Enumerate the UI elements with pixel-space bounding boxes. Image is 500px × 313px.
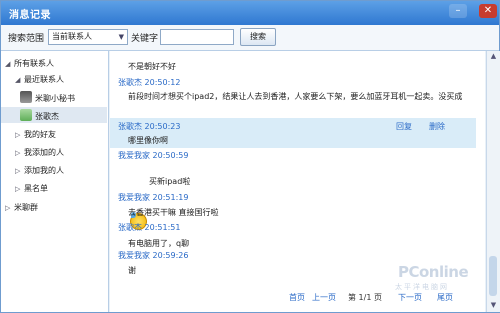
search-range-label: 搜索范围 [8, 34, 45, 44]
keyword-label: 关键字 [131, 34, 159, 44]
minimize-button[interactable]: – [449, 4, 467, 18]
message-sender-time: 我爱我家 20:51:19 [118, 193, 189, 202]
tree-blacklist[interactable]: ▷ 黑名单 [15, 183, 48, 194]
message-text: 有电脑用了，q聊 [128, 239, 190, 248]
watermark-logo: PConline [398, 263, 469, 281]
tree-label: 我的好友 [24, 130, 56, 139]
pager-next-link[interactable]: 下一页 [398, 292, 422, 303]
tree-added-me[interactable]: ▷ 添加我的人 [15, 165, 64, 176]
contact-tree: ◢ 所有联系人 ◢ 最近联系人 米聊小秘书 张歌杰 ▷ 我的好友 ▷ 我添加的人 ▷ 添加… [1, 51, 109, 312]
reply-link[interactable]: 回复 [396, 121, 412, 132]
tree-label: 最近联系人 [24, 75, 64, 84]
pager-prev-link[interactable]: 上一页 [312, 292, 336, 303]
tree-label: 所有联系人 [14, 59, 54, 68]
collapse-arrow-icon: ◢ [15, 76, 21, 84]
search-range-select[interactable]: 当前联系人 ▼ [48, 29, 128, 45]
message-text: 谢 [128, 266, 136, 275]
delete-link[interactable]: 删除 [429, 121, 445, 132]
close-button[interactable]: ✕ [479, 4, 497, 18]
tree-my-friends[interactable]: ▷ 我的好友 [15, 129, 56, 140]
expand-arrow-icon: ▷ [15, 149, 21, 157]
pager-last-link[interactable]: 尾页 [437, 292, 453, 303]
tree-contact-selected[interactable]: 张歌杰 [35, 111, 59, 122]
tree-label: 米聊群 [14, 203, 38, 212]
scroll-thumb[interactable] [489, 256, 497, 296]
expand-arrow-icon: ▷ [15, 167, 21, 175]
tree-label: 我添加的人 [24, 148, 64, 157]
expand-arrow-icon: ▷ [15, 131, 21, 139]
tree-all-contacts[interactable]: ◢ 所有联系人 [5, 58, 54, 69]
pager-first-link[interactable]: 首页 [289, 292, 305, 303]
keyword-input[interactable] [160, 29, 234, 45]
message-sender-time: 张歌杰 20:50:12 [118, 78, 181, 87]
expand-arrow-icon: ▷ [15, 185, 21, 193]
message-text: 买新ipad啦 [149, 177, 191, 186]
collapse-arrow-icon: ◢ [5, 60, 11, 68]
tree-added-by-me[interactable]: ▷ 我添加的人 [15, 147, 64, 158]
expand-arrow-icon: ▷ [5, 204, 11, 212]
tree-recent-contacts[interactable]: ◢ 最近联系人 [15, 74, 64, 85]
message-sender-time: 我爱我家 20:59:26 [118, 251, 189, 260]
message-sender-time: 张歌杰 20:50:23 [118, 122, 181, 131]
window-title: 消息记录 [9, 10, 51, 21]
message-text: 哪里像你啊 [128, 136, 168, 145]
search-range-value: 当前联系人 [52, 32, 92, 41]
tree-contact-secretary[interactable]: 米聊小秘书 [35, 93, 75, 104]
search-button[interactable]: 搜索 [240, 28, 276, 46]
search-bar: 搜索范围 当前联系人 ▼ 关键字 搜索 [1, 25, 499, 51]
message-sender-time: 我爱我家 20:50:59 [118, 151, 189, 160]
watermark-subtitle: 太平洋电脑网 [395, 283, 449, 291]
scroll-up-icon[interactable]: ▲ [488, 52, 499, 62]
message-text: 去香港买干嘛 直接国行啦 [128, 208, 219, 217]
vertical-scrollbar[interactable]: ▲ ▼ [486, 51, 500, 312]
message-history-window: 消息记录 – ✕ 搜索范围 当前联系人 ▼ 关键字 搜索 ◢ 所有联系人 ◢ 最近联… [0, 0, 500, 313]
scroll-down-icon[interactable]: ▼ [488, 301, 499, 311]
message-sender-time: 张歌杰 20:51:51 [118, 223, 181, 232]
tree-label: 添加我的人 [24, 166, 64, 175]
tree-label: 黑名单 [24, 184, 48, 193]
chevron-down-icon: ▼ [118, 33, 124, 41]
avatar [20, 109, 32, 121]
pager-page-indicator: 第 1/1 页 [348, 293, 382, 302]
message-text: 不是朝好不好 [128, 62, 176, 71]
title-bar: 消息记录 – ✕ [1, 1, 499, 25]
tree-groups[interactable]: ▷ 米聊群 [5, 202, 38, 213]
avatar [20, 91, 32, 103]
message-text: 前段时间才想买个ipad2，结果让人去到香港，人家要么下架，要么加蓝牙耳机一起卖… [128, 92, 463, 101]
